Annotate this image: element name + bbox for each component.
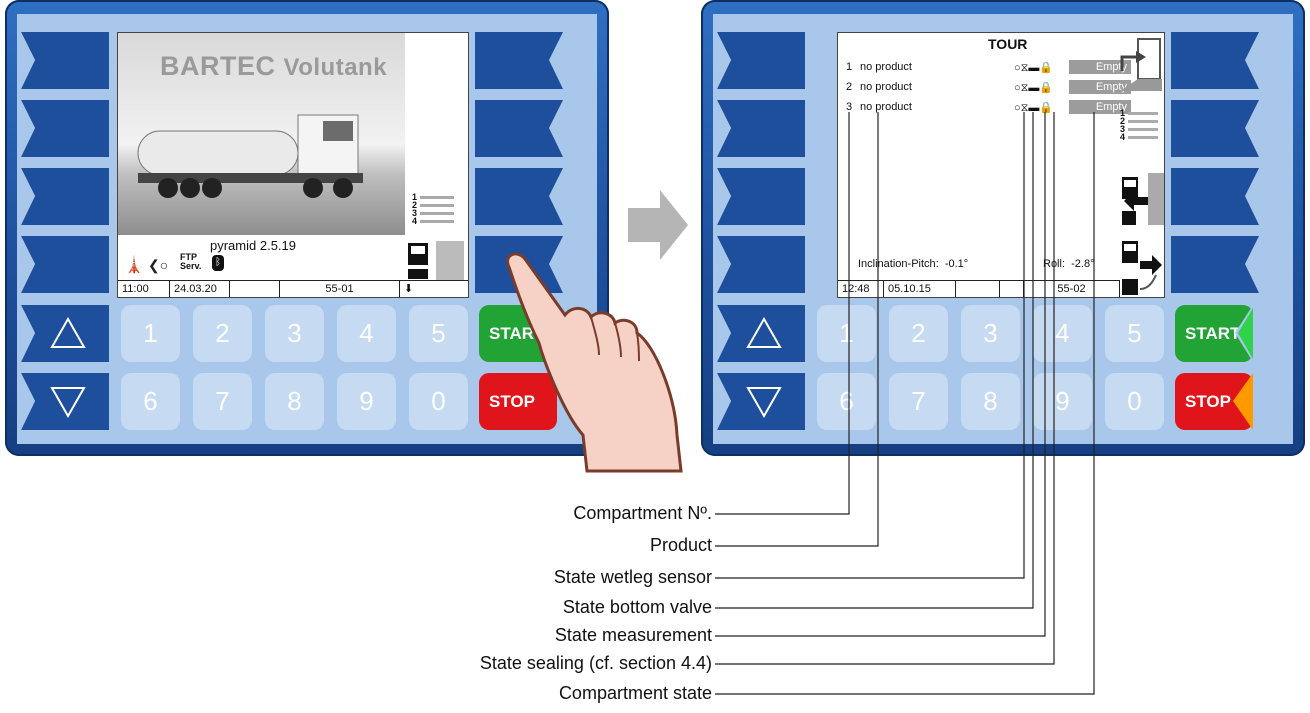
callout-compartment-number: Compartment Nº. [573, 503, 712, 523]
callout-bottom-valve: State bottom valve [562, 597, 712, 617]
callout-product: Product [649, 535, 712, 555]
callout-measurement: State measurement [554, 625, 712, 645]
callout-wetleg-sensor: State wetleg sensor [553, 567, 712, 587]
callout-compartment-state: Compartment state [558, 683, 712, 703]
callout-sealing: State sealing (cf. section 4.4) [479, 653, 712, 673]
